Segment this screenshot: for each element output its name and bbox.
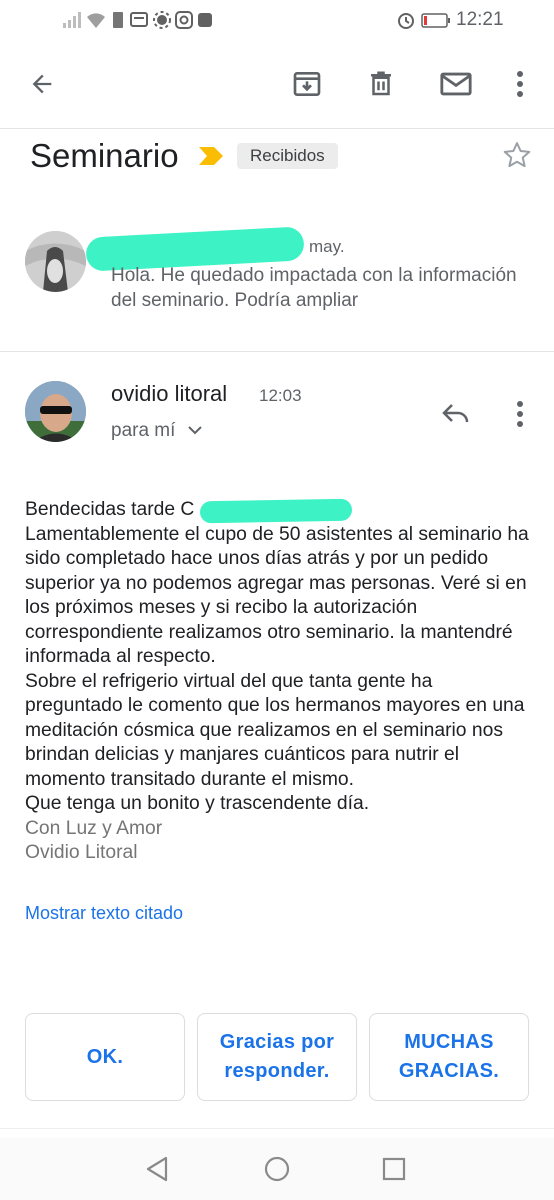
sender-name: ovidio litoral bbox=[111, 381, 228, 406]
body-paragraph: Que tenga un bonito y trascendente día. bbox=[25, 793, 370, 814]
smart-reply-many-thanks[interactable]: MUCHAS GRACIAS. bbox=[369, 1013, 529, 1101]
avatar[interactable] bbox=[25, 231, 86, 292]
battery-icon bbox=[421, 13, 450, 28]
subject-title: Seminario bbox=[30, 137, 179, 174]
star-button[interactable] bbox=[498, 136, 536, 174]
show-quoted-text-link[interactable]: Mostrar texto citado bbox=[25, 903, 183, 924]
back-button[interactable] bbox=[22, 64, 62, 104]
toolbar-divider bbox=[0, 128, 554, 129]
recipient-label: para mí bbox=[111, 420, 176, 441]
smart-reply-ok[interactable]: OK. bbox=[25, 1013, 185, 1101]
message-time: 12:03 bbox=[259, 386, 302, 405]
nav-back-icon[interactable] bbox=[144, 1155, 170, 1183]
brightness-icon bbox=[153, 11, 171, 29]
star-icon bbox=[503, 142, 531, 168]
archive-button[interactable] bbox=[287, 64, 327, 104]
redaction-mark bbox=[199, 498, 353, 524]
sender-avatar[interactable] bbox=[25, 381, 86, 442]
sim-icon bbox=[113, 12, 123, 28]
label-chip-inbox[interactable]: Recibidos bbox=[237, 143, 338, 169]
reply-icon bbox=[442, 404, 469, 423]
collapsed-message-date: may. bbox=[309, 237, 345, 256]
avatar-image bbox=[25, 231, 86, 292]
message-body: Bendecidas tarde C Lamentablemente el cu… bbox=[25, 498, 535, 866]
collapsed-message-snippet[interactable]: Hola. He quedado impactada con la inform… bbox=[111, 263, 531, 313]
delete-button[interactable] bbox=[361, 64, 401, 104]
message-divider bbox=[0, 351, 554, 352]
smart-reply-thanks[interactable]: Gracias por responder. bbox=[197, 1013, 357, 1101]
notification-icon bbox=[130, 12, 148, 27]
important-marker-icon[interactable] bbox=[197, 145, 225, 167]
alarm-icon bbox=[398, 13, 414, 29]
more-vert-icon bbox=[517, 71, 523, 97]
archive-icon bbox=[293, 72, 321, 96]
body-paragraph: Sobre el refrigerio virtual del que tant… bbox=[25, 670, 525, 790]
more-options-button[interactable] bbox=[504, 64, 536, 104]
back-arrow-icon bbox=[32, 74, 52, 94]
mail-icon bbox=[440, 72, 472, 96]
status-time: 12:21 bbox=[456, 9, 504, 30]
wifi-icon bbox=[87, 13, 105, 28]
message-more-button[interactable] bbox=[506, 396, 534, 432]
body-paragraph: Lamentablemente el cupo de 50 asistentes… bbox=[25, 523, 529, 668]
sender-avatar-image bbox=[25, 381, 86, 442]
signature-line: Con Luz y Amor bbox=[25, 817, 163, 839]
nav-home-icon[interactable] bbox=[263, 1155, 291, 1183]
trash-icon bbox=[371, 71, 391, 96]
signal-icon bbox=[63, 12, 81, 28]
more-vert-icon bbox=[517, 401, 523, 427]
recipient-line[interactable]: para mí bbox=[111, 420, 203, 442]
reply-button[interactable] bbox=[436, 396, 476, 432]
bottom-divider bbox=[0, 1128, 554, 1129]
status-bar: 12:21 bbox=[0, 0, 554, 42]
nav-recents-icon[interactable] bbox=[381, 1156, 407, 1182]
chevron-down-icon bbox=[187, 426, 202, 435]
app-icon bbox=[198, 13, 212, 27]
signature-line: Ovidio Litoral bbox=[25, 842, 138, 863]
mark-unread-button[interactable] bbox=[435, 64, 477, 104]
instagram-icon bbox=[175, 11, 193, 29]
system-nav-bar bbox=[0, 1138, 554, 1200]
